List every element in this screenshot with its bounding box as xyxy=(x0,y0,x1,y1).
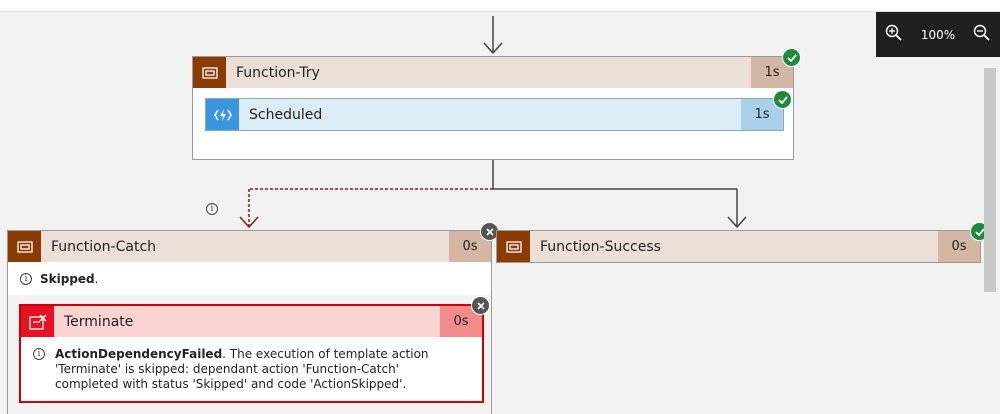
designer-canvas[interactable]: i Function-Try 1s Scheduled 1s Function-… xyxy=(0,12,1000,414)
function-success-header[interactable]: Function-Success 0s xyxy=(497,231,980,262)
catch-status-label: Skipped xyxy=(40,272,95,286)
zoom-in-icon[interactable] xyxy=(885,24,903,45)
terminate-header[interactable]: Terminate 0s xyxy=(21,306,482,337)
function-try-scope[interactable]: Function-Try 1s Scheduled 1s xyxy=(192,56,794,160)
terminate-error-row: i ActionDependencyFailed. The execution … xyxy=(33,347,464,392)
vertical-scrollbar[interactable] xyxy=(984,68,996,292)
function-try-title: Function-Try xyxy=(236,64,320,81)
function-success-title: Function-Success xyxy=(540,238,661,255)
function-try-header[interactable]: Function-Try 1s xyxy=(193,57,793,88)
scheduled-header[interactable]: Scheduled 1s xyxy=(206,99,783,130)
info-icon: i xyxy=(20,273,32,285)
catch-status-row: i Skipped. xyxy=(20,272,98,286)
function-catch-scope[interactable]: Function-Catch 0s i Skipped. Terminate 0… xyxy=(7,230,492,414)
function-catch-title: Function-Catch xyxy=(51,238,157,255)
terminate-action[interactable]: Terminate 0s i ActionDependencyFailed. T… xyxy=(19,304,484,403)
scheduled-action[interactable]: Scheduled 1s xyxy=(205,98,784,131)
info-icon: i xyxy=(33,348,45,360)
run-after-info-icon[interactable]: i xyxy=(206,203,218,215)
scope-icon xyxy=(193,57,226,88)
scheduled-title: Scheduled xyxy=(249,106,323,123)
function-success-scope[interactable]: Function-Success 0s xyxy=(496,230,981,263)
zoom-toolbar: 100% xyxy=(876,12,1000,57)
terminate-skipped-badge-icon xyxy=(471,296,490,315)
zoom-out-icon[interactable] xyxy=(973,24,991,45)
terminate-error-message: ActionDependencyFailed. The execution of… xyxy=(55,347,464,392)
top-border xyxy=(0,0,1000,12)
zoom-level: 100% xyxy=(920,27,956,42)
scope-icon xyxy=(8,231,41,262)
function-catch-header[interactable]: Function-Catch 0s xyxy=(8,231,491,262)
scope-icon xyxy=(497,231,530,262)
try-success-badge-icon xyxy=(782,48,801,67)
azure-function-icon xyxy=(206,99,239,130)
terminate-icon xyxy=(21,306,54,337)
terminate-title: Terminate xyxy=(64,313,134,330)
scheduled-success-badge-icon xyxy=(773,90,792,109)
error-code: ActionDependencyFailed xyxy=(55,347,223,361)
